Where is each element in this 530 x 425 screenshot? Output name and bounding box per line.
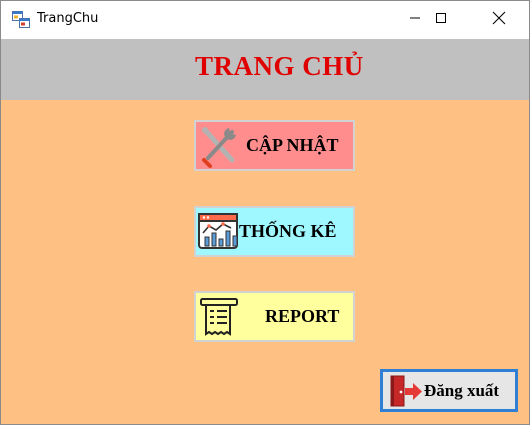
logout-button[interactable]: Đăng xuất bbox=[380, 369, 518, 412]
exit-door-icon bbox=[388, 375, 424, 412]
receipt-icon bbox=[200, 296, 240, 343]
maximize-button[interactable] bbox=[418, 1, 464, 39]
main-window: TrangChu TRANG CHỦ CẬP NHẬT THỐNG KÊ REP… bbox=[0, 0, 530, 425]
title-bar[interactable]: TrangChu bbox=[1, 1, 529, 39]
header-band: TRANG CHỦ bbox=[1, 39, 529, 100]
close-icon bbox=[492, 11, 506, 30]
tools-icon bbox=[199, 124, 239, 173]
page-title: TRANG CHỦ bbox=[195, 51, 364, 81]
stats-label: THỐNG KÊ bbox=[239, 221, 337, 241]
window-title: TrangChu bbox=[37, 11, 99, 26]
chart-icon bbox=[197, 211, 241, 258]
close-button[interactable] bbox=[476, 1, 522, 39]
report-button[interactable]: REPORT bbox=[194, 291, 355, 342]
report-label: REPORT bbox=[265, 306, 340, 326]
app-window-icon bbox=[12, 11, 30, 28]
maximize-icon bbox=[435, 11, 447, 29]
stats-button[interactable]: THỐNG KÊ bbox=[194, 206, 355, 257]
logout-label: Đăng xuất bbox=[424, 381, 500, 400]
update-button[interactable]: CẬP NHẬT bbox=[194, 120, 355, 171]
update-label: CẬP NHẬT bbox=[246, 135, 339, 155]
